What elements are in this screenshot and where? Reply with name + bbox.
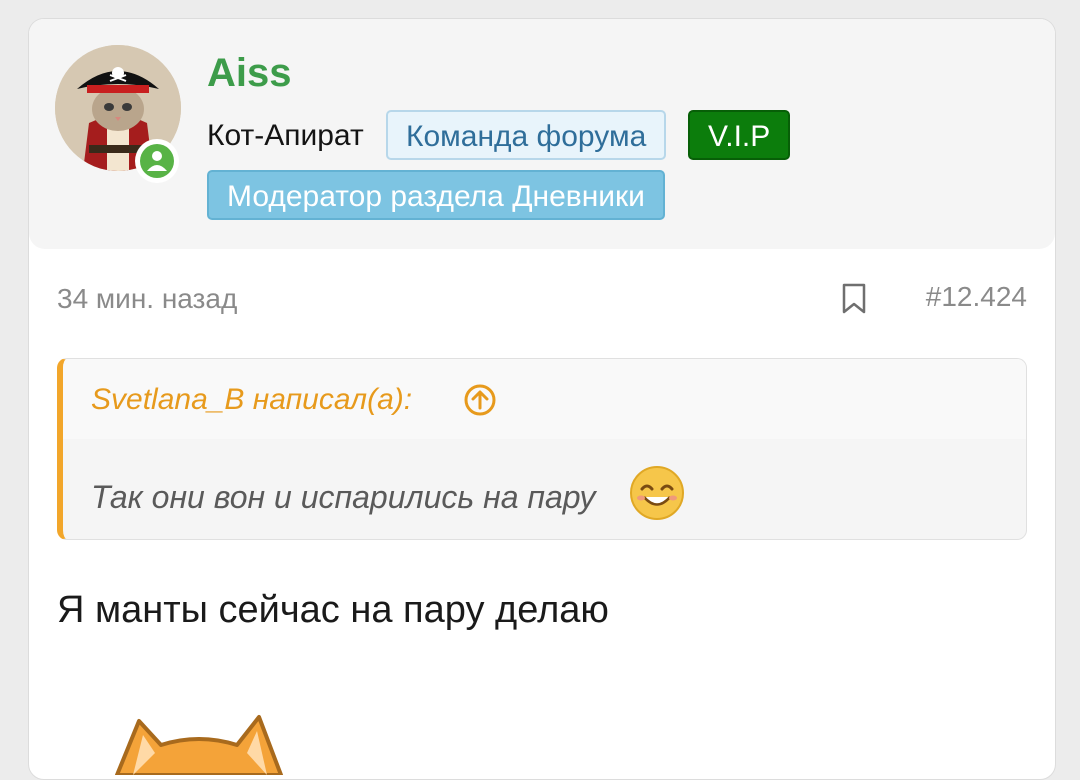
badge-vip: V.I.P [688, 110, 791, 160]
online-status-icon [135, 139, 179, 183]
post-time[interactable]: 34 мин. назад [57, 283, 237, 315]
cat-sticker [115, 715, 283, 775]
arrow-up-circle-icon[interactable] [463, 383, 497, 417]
post-card: Aiss Кот-Апират Команда форума V.I.P Мод… [28, 18, 1056, 780]
quote-block: Svetlana_B написал(а): Так они вон и исп… [57, 358, 1027, 540]
user-title: Кот-Апират [207, 119, 364, 152]
quote-text: Так они вон и испарились на пару [91, 479, 596, 515]
post-number-link[interactable]: #12.424 [926, 281, 1027, 313]
smiling-face-icon [630, 466, 684, 520]
bookmark-icon[interactable] [841, 283, 867, 315]
quote-author[interactable]: Svetlana_B написал(а): [91, 383, 412, 417]
username[interactable]: Aiss [207, 51, 292, 96]
message-text: Я манты сейчас на пару делаю [57, 589, 609, 631]
badge-forum-team: Команда форума [386, 110, 667, 160]
badge-moderator: Модератор раздела Дневники [207, 170, 665, 220]
user-header: Aiss Кот-Апират Команда форума V.I.P Мод… [29, 19, 1055, 249]
